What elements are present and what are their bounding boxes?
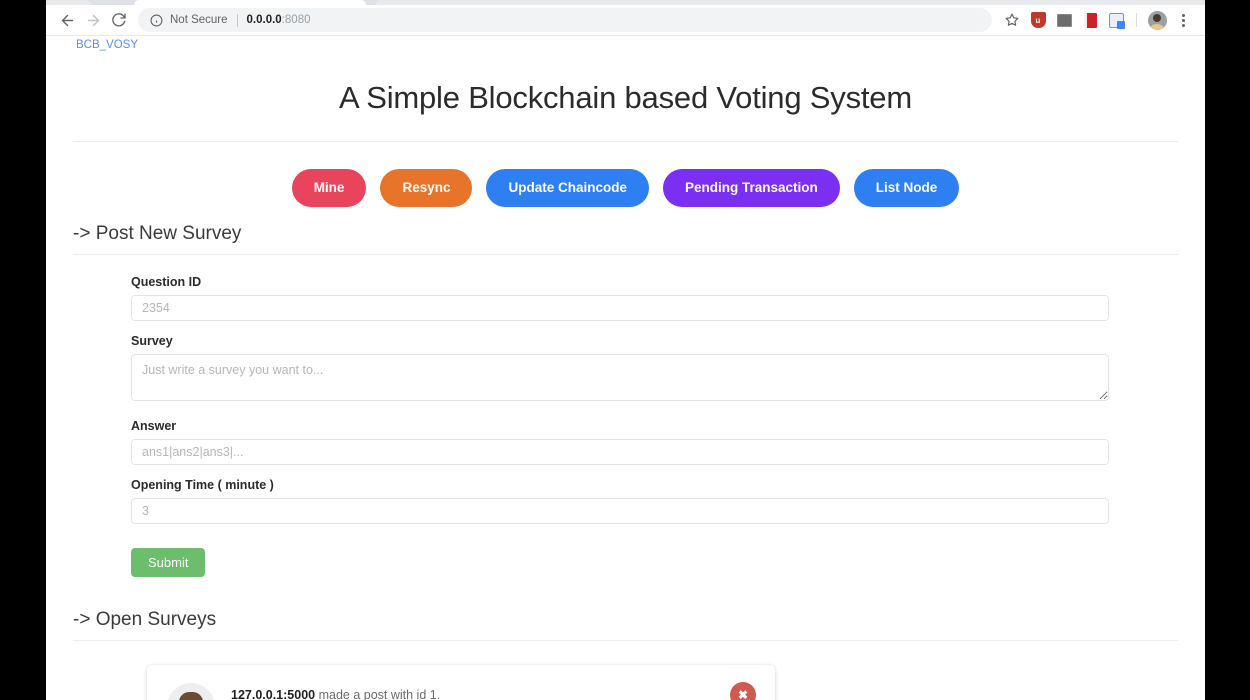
- bookmark-bar: BCB_VOSY: [46, 36, 1205, 54]
- survey-author-line: 127.0.0.1:5000 made a post with id 1.: [231, 688, 755, 700]
- open-surveys-section: -> Open Surveys 127.0.0.1:5000 made a po…: [73, 609, 1178, 700]
- open-surveys-heading: -> Open Surveys: [73, 609, 217, 630]
- submit-button[interactable]: Submit: [131, 548, 206, 577]
- url-host: 0.0.0.0: [246, 14, 282, 26]
- image-extension-icon[interactable]: [1052, 8, 1076, 32]
- survey-author: 127.0.0.1:5000: [231, 688, 316, 700]
- survey-card[interactable]: 127.0.0.1:5000 made a post with id 1. 17…: [147, 665, 775, 700]
- info-circle-icon: [150, 14, 163, 27]
- answer-label: Answer: [131, 419, 177, 433]
- browser-window: Not Secure 0.0.0.0:8080 u BCB_VOSY A Sim…: [46, 0, 1205, 700]
- shield-extension-icon[interactable]: u: [1026, 8, 1050, 32]
- security-status-label: Not Secure: [170, 14, 228, 26]
- post-survey-form: Question ID Survey Answer Opening Time (…: [73, 255, 1178, 577]
- toolbar-icons: u: [1000, 8, 1195, 32]
- field-answer: Answer: [131, 419, 1178, 465]
- page-container: A Simple Blockchain based Voting System …: [73, 80, 1178, 700]
- survey-card-meta: 127.0.0.1:5000 made a post with id 1. 17…: [231, 683, 755, 700]
- profile-avatar-image: [1147, 10, 1167, 30]
- field-survey: Survey: [131, 334, 1178, 406]
- avatar: [167, 683, 215, 700]
- avatar-hair: [179, 692, 203, 700]
- book-glyph: [1083, 12, 1097, 28]
- mine-button[interactable]: Mine: [291, 169, 367, 207]
- answer-input[interactable]: [131, 439, 1109, 465]
- back-arrow-icon[interactable]: [54, 7, 80, 33]
- forward-arrow-icon[interactable]: [80, 7, 106, 33]
- profile-avatar-icon[interactable]: [1145, 8, 1169, 32]
- update-chaincode-button[interactable]: Update Chaincode: [486, 169, 649, 207]
- survey-list: 127.0.0.1:5000 made a post with id 1. 17…: [73, 641, 1178, 700]
- question-id-label: Question ID: [131, 275, 202, 289]
- survey-textarea[interactable]: [131, 354, 1109, 401]
- survey-card-header: 127.0.0.1:5000 made a post with id 1. 17…: [167, 683, 755, 700]
- list-node-button[interactable]: List Node: [853, 169, 960, 207]
- opening-time-label: Opening Time ( minute ): [131, 478, 274, 492]
- address-bar[interactable]: Not Secure 0.0.0.0:8080: [138, 8, 992, 32]
- survey-action-text: made a post with id 1.: [315, 688, 441, 700]
- address-bar-url: 0.0.0.0:8080: [247, 14, 311, 26]
- field-opening-time: Opening Time ( minute ): [131, 478, 1178, 524]
- action-button-row: Mine Resync Update Chaincode Pending Tra…: [73, 169, 1178, 207]
- translate-glyph: [1108, 12, 1125, 29]
- screen: Not Secure 0.0.0.0:8080 u BCB_VOSY A Sim…: [0, 0, 1250, 700]
- url-port: :8080: [281, 14, 311, 26]
- reload-icon[interactable]: [106, 7, 132, 33]
- tab-strip[interactable]: [46, 0, 1205, 5]
- question-id-input[interactable]: [131, 295, 1109, 321]
- page-title: A Simple Blockchain based Voting System: [339, 80, 912, 115]
- field-question-id: Question ID: [131, 275, 1178, 321]
- omnibox-divider: [236, 13, 238, 27]
- browser-toolbar: Not Secure 0.0.0.0:8080 u: [46, 5, 1205, 36]
- toolbar-divider: [1136, 13, 1137, 27]
- browser-tab[interactable]: [46, 0, 92, 5]
- opening-time-input[interactable]: [131, 498, 1109, 524]
- bookmark-star-icon[interactable]: [1000, 8, 1024, 32]
- avatar-head: [1153, 13, 1161, 22]
- kebab-menu-icon[interactable]: [1171, 8, 1195, 32]
- bookmark-item-bcb-vosy[interactable]: BCB_VOSY: [76, 39, 138, 51]
- shield-glyph: u: [1030, 12, 1046, 28]
- translate-extension-icon[interactable]: [1104, 8, 1128, 32]
- survey-label: Survey: [131, 334, 173, 348]
- avatar-body: [1150, 23, 1164, 30]
- page-content: A Simple Blockchain based Voting System …: [46, 54, 1205, 700]
- resync-button[interactable]: Resync: [380, 169, 473, 207]
- pending-transaction-button[interactable]: Pending Transaction: [663, 169, 840, 207]
- title-divider: [73, 141, 1178, 142]
- browser-tab-active[interactable]: [134, 0, 366, 5]
- post-new-survey-heading: -> Post New Survey: [73, 223, 242, 244]
- book-extension-icon[interactable]: [1078, 8, 1102, 32]
- tab-strip-background: [376, 0, 1205, 5]
- image-glyph: [1056, 13, 1072, 27]
